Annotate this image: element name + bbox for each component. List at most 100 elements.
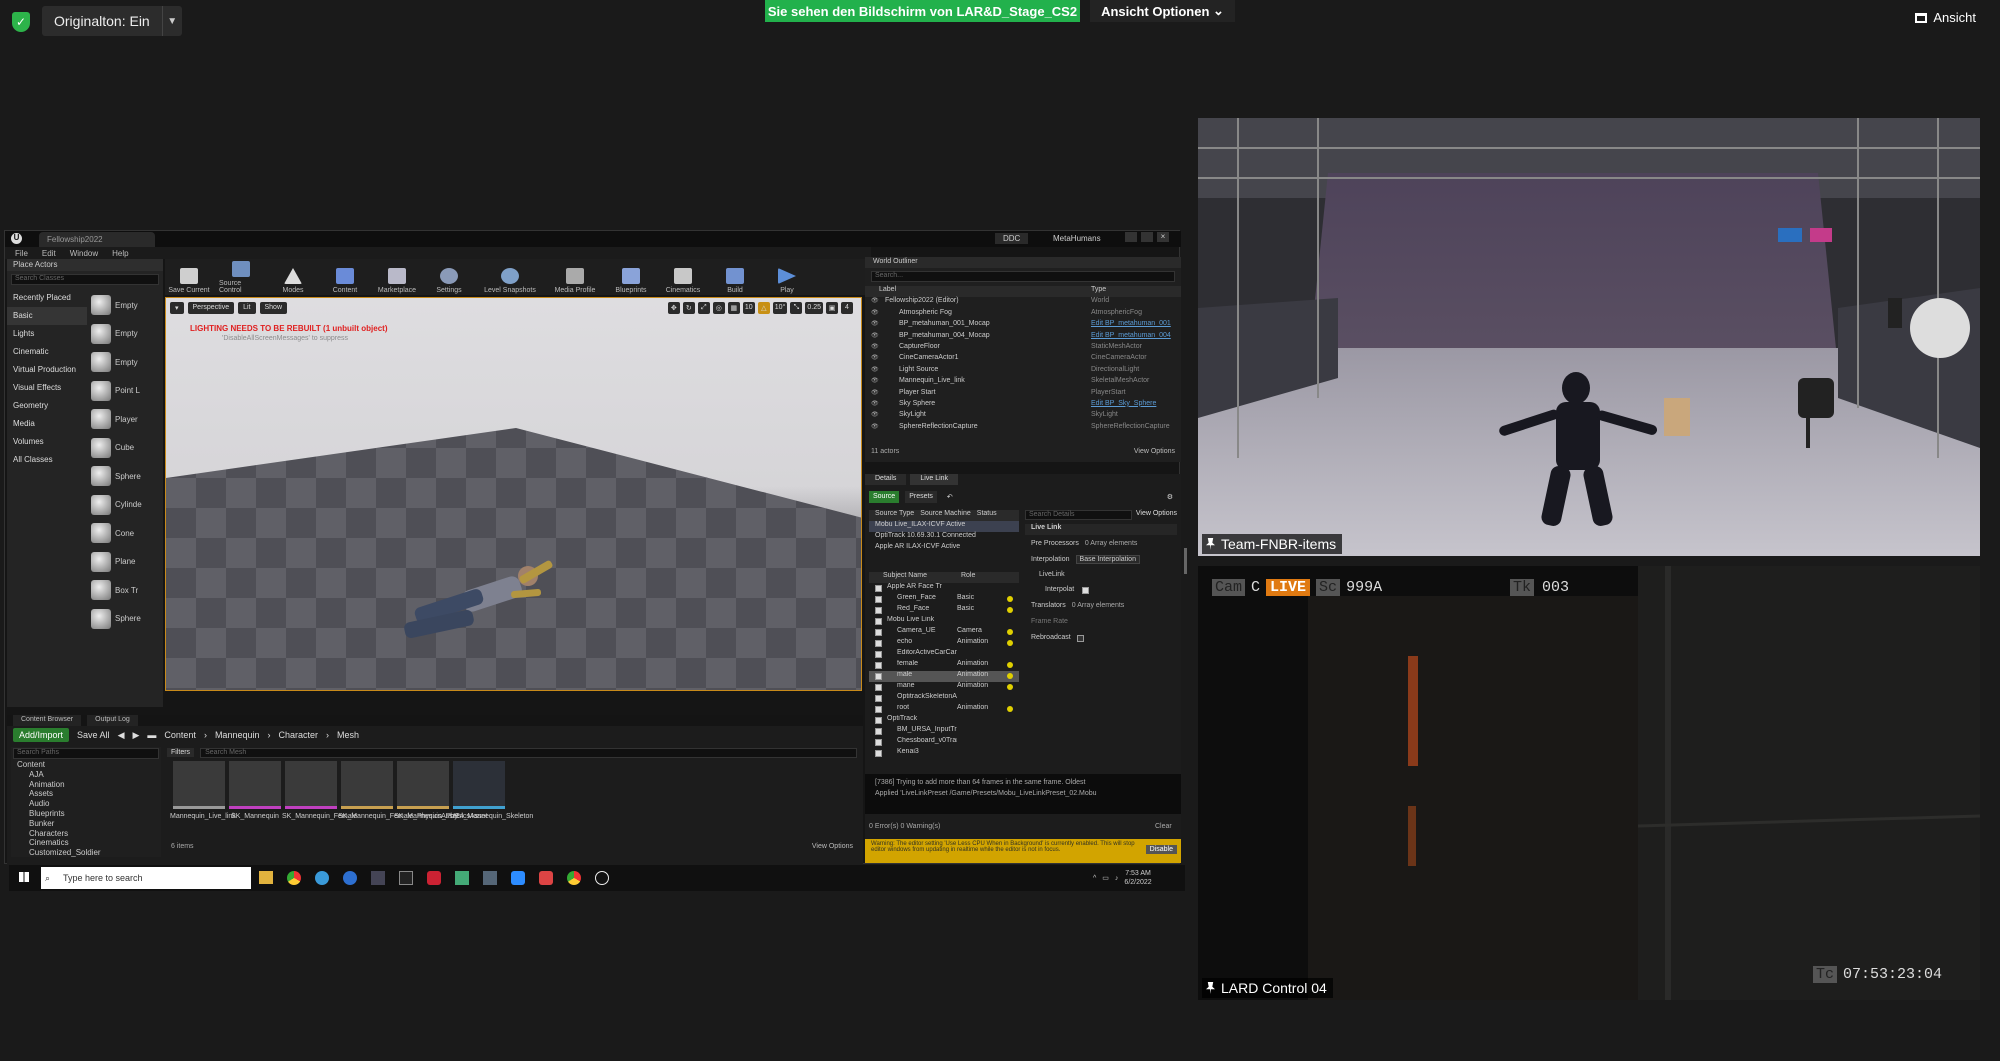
subject-checkbox[interactable] (875, 717, 882, 724)
app-icon[interactable] (455, 871, 469, 885)
tree-folder[interactable]: Audio (17, 799, 161, 809)
subject-row[interactable]: EditorActiveCarCamera (869, 649, 1019, 660)
category-item[interactable]: Volumes (7, 433, 87, 451)
view-options-button[interactable]: Ansicht Optionen ⌄ (1090, 0, 1235, 22)
menu-edit[interactable]: Edit (42, 249, 56, 258)
subject-row[interactable]: Chessboard_v0Transform (869, 737, 1019, 748)
outliner-row[interactable]: 👁 Mannequin_Live_link SkeletalMeshActor (865, 377, 1181, 388)
tab-content-browser[interactable]: Content Browser (13, 715, 82, 726)
menu-window[interactable]: Window (70, 249, 98, 258)
source-row[interactable]: Apple AR ILAX-ICVF Active (869, 543, 1019, 554)
outliner-row[interactable]: 👁 CaptureFloor StaticMeshActor (865, 343, 1181, 354)
interpolate-checkbox[interactable] (1082, 586, 1090, 594)
category-item[interactable]: All Classes (7, 451, 87, 469)
tab-details[interactable]: Details (865, 474, 907, 485)
subject-checkbox[interactable] (875, 662, 882, 669)
search-details-input[interactable]: Search Details (1025, 510, 1132, 520)
rotate-snap-icon[interactable]: △ (757, 302, 770, 314)
app-icon[interactable] (483, 871, 497, 885)
subject-row[interactable]: Camera_UE Camera (869, 627, 1019, 638)
subject-row[interactable]: Apple AR Face Tr (869, 583, 1019, 594)
tree-folder[interactable]: Customized_Soldier (17, 848, 161, 858)
outliner-row[interactable]: 👁 BP_metahuman_004_Mocap Edit BP_metahuman… (865, 332, 1181, 343)
disable-button[interactable]: Disable (1145, 845, 1177, 854)
visibility-eye-icon[interactable]: 👁 (871, 309, 879, 316)
outliner-row-type[interactable]: Edit BP_metahuman_001 (1091, 320, 1171, 331)
unreal-editor-icon[interactable] (595, 871, 609, 885)
grid-snap-icon[interactable]: ▦ (727, 302, 740, 314)
subject-checkbox[interactable] (875, 607, 882, 614)
col-type[interactable]: Type (1091, 286, 1106, 297)
subject-row[interactable]: Kenai3 (869, 748, 1019, 759)
tree-folder[interactable]: Cinematics (17, 838, 161, 848)
terminal-icon[interactable] (399, 871, 413, 885)
subject-row[interactable]: Green_Face Basic (869, 594, 1019, 605)
actor-item[interactable]: Plane (91, 548, 161, 577)
actor-item[interactable]: Cone (91, 519, 161, 548)
category-item[interactable]: Visual Effects (7, 379, 87, 397)
source-row[interactable]: Mobu Live_ILAX-ICVF Active (869, 521, 1019, 532)
category-item[interactable]: Recently Placed (7, 289, 87, 307)
subject-checkbox[interactable] (875, 728, 882, 735)
visibility-eye-icon[interactable]: 👁 (871, 389, 879, 396)
subject-checkbox[interactable] (875, 684, 882, 691)
actor-item[interactable]: Empty (91, 348, 161, 377)
asset-thumbnail[interactable] (229, 761, 281, 809)
actor-item[interactable]: Player (91, 405, 161, 434)
category-item[interactable]: Cinematic (7, 343, 87, 361)
subject-checkbox[interactable] (875, 750, 882, 757)
category-item[interactable]: Lights (7, 325, 87, 343)
tree-folder[interactable]: Animation (17, 780, 161, 790)
original-sound-button[interactable]: Originalton: Ein ▼ (42, 6, 182, 36)
outliner-row[interactable]: 👁 SphereReflectionCapture SphereReflection… (865, 423, 1181, 434)
viewport-menu-icon[interactable]: ▾ (170, 302, 184, 314)
media-profile-button[interactable]: Media Profile (549, 259, 601, 295)
video-tile-team-fnbr[interactable]: Team-FNBR-items (1198, 118, 1980, 556)
subject-checkbox[interactable] (875, 739, 882, 746)
scale-snap-icon[interactable]: ⤡ (790, 302, 803, 314)
subject-checkbox[interactable] (875, 706, 882, 713)
scale-snap-value[interactable]: 0.25 (805, 302, 823, 314)
forward-icon[interactable]: ▶ (132, 730, 139, 741)
perspective-button[interactable]: Perspective (187, 302, 235, 314)
save-all-button[interactable]: Save All (77, 730, 110, 740)
file-explorer-icon[interactable] (259, 871, 273, 884)
breadcrumb-item[interactable]: Mesh (337, 730, 359, 740)
actor-item[interactable]: Cylinde (91, 491, 161, 520)
visibility-eye-icon[interactable]: 👁 (871, 354, 879, 361)
blueprints-button[interactable]: Blueprints (609, 259, 653, 295)
subject-checkbox[interactable] (875, 596, 882, 603)
visibility-eye-icon[interactable]: 👁 (871, 400, 879, 407)
metahumans-tab[interactable]: MetaHumans (1045, 233, 1109, 244)
actor-item[interactable]: Box Tr (91, 576, 161, 605)
clock[interactable]: 7:53 AM 6/2/2022 (1124, 869, 1151, 887)
zoom-icon[interactable] (511, 871, 525, 885)
undo-icon[interactable]: ↶ (943, 491, 957, 503)
add-import-button[interactable]: Add/Import (13, 728, 70, 742)
subject-checkbox[interactable] (875, 585, 882, 592)
search-classes-input[interactable]: Search Classes (11, 274, 159, 285)
subject-row[interactable]: root Animation (869, 704, 1019, 715)
outliner-row[interactable]: 👁 Sky Sphere Edit BP_Sky_Sphere (865, 400, 1181, 411)
asset-thumbnail[interactable] (341, 761, 393, 809)
outliner-row[interactable]: 👁 Player Start PlayerStart (865, 389, 1181, 400)
subject-row[interactable]: OptitrackSkeletonAnimation (869, 693, 1019, 704)
outliner-row[interactable]: 👁 Light Source DirectionalLight (865, 366, 1181, 377)
subject-checkbox[interactable] (875, 629, 882, 636)
rotate-icon[interactable]: ↻ (682, 302, 695, 314)
chrome-icon[interactable] (287, 871, 301, 885)
encryption-shield-icon[interactable]: ✓ (12, 12, 30, 32)
subject-row[interactable]: male Animation (869, 671, 1019, 682)
visibility-eye-icon[interactable]: 👁 (871, 343, 879, 350)
visibility-eye-icon[interactable]: 👁 (871, 411, 879, 418)
minimize-icon[interactable] (1125, 232, 1137, 242)
subject-checkbox[interactable] (875, 640, 882, 647)
asset-thumbnail[interactable] (453, 761, 505, 809)
content-button[interactable]: Content (323, 259, 367, 295)
outliner-row[interactable]: 👁 CineCameraActor1 CineCameraActor (865, 354, 1181, 365)
level-snapshots-button[interactable]: Level Snapshots (479, 259, 541, 295)
tab-live-link[interactable]: Live Link (910, 474, 959, 485)
lit-button[interactable]: Lit (238, 302, 256, 314)
app-icon[interactable] (427, 871, 441, 885)
visibility-eye-icon[interactable]: 👁 (871, 297, 879, 304)
